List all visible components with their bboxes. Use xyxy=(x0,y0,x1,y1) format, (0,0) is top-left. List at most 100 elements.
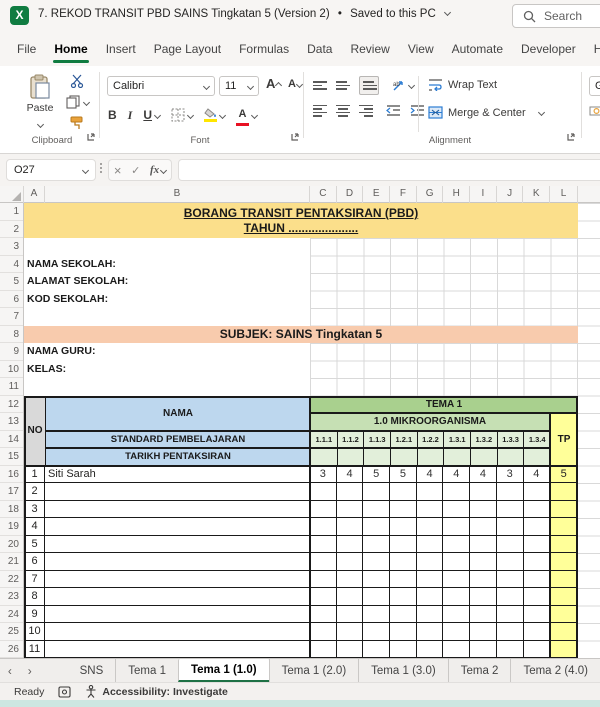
row-header-6[interactable]: 6 xyxy=(0,291,23,309)
row-header-1[interactable]: 1 xyxy=(0,203,23,221)
cell-C19[interactable] xyxy=(310,518,337,536)
cell-I21[interactable] xyxy=(470,553,497,571)
cell-F18[interactable] xyxy=(390,501,417,519)
cell-B26[interactable] xyxy=(45,641,310,659)
cell-L19[interactable] xyxy=(550,518,578,536)
ribbon-tab-page-layout[interactable]: Page Layout xyxy=(145,32,230,66)
cell-J16[interactable]: 3 xyxy=(497,466,524,484)
cell-B22[interactable] xyxy=(45,571,310,589)
saved-status[interactable]: Saved to this PC xyxy=(350,8,436,20)
cell-A24[interactable]: 9 xyxy=(24,606,45,624)
cell-H21[interactable] xyxy=(443,553,470,571)
cell-I17[interactable] xyxy=(470,483,497,501)
cell-B18[interactable] xyxy=(45,501,310,519)
cell-K26[interactable] xyxy=(524,641,551,659)
macro-record-icon[interactable] xyxy=(58,686,71,698)
copy-button[interactable] xyxy=(66,95,89,109)
cell-tarikh-2[interactable] xyxy=(363,448,391,466)
row-header-11[interactable]: 11 xyxy=(0,378,23,396)
cell-H19[interactable] xyxy=(443,518,470,536)
cell-H20[interactable] xyxy=(443,536,470,554)
cell-L23[interactable] xyxy=(550,588,578,606)
row-header-8[interactable]: 8 xyxy=(0,326,23,344)
col-header-G[interactable]: G xyxy=(417,186,444,203)
cell-J20[interactable] xyxy=(497,536,524,554)
cell-J17[interactable] xyxy=(497,483,524,501)
cell-G23[interactable] xyxy=(417,588,444,606)
cell-C21[interactable] xyxy=(310,553,337,571)
header-cell-std-1.2.2[interactable]: 1.2.2 xyxy=(417,431,445,449)
cell-E23[interactable] xyxy=(363,588,390,606)
cell-B24[interactable] xyxy=(45,606,310,624)
header-cell-standard[interactable]: STANDARD PEMBELAJARAN xyxy=(45,431,311,449)
cell-D18[interactable] xyxy=(337,501,364,519)
ribbon-tab-view[interactable]: View xyxy=(399,32,443,66)
row-header-24[interactable]: 24 xyxy=(0,606,23,624)
row-header-3[interactable]: 3 xyxy=(0,238,23,256)
row-header-26[interactable]: 26 xyxy=(0,641,23,659)
cell-E26[interactable] xyxy=(363,641,390,659)
sheet-nav-left-icon[interactable]: ‹ xyxy=(0,659,20,682)
cell-C18[interactable] xyxy=(310,501,337,519)
cell-D26[interactable] xyxy=(337,641,364,659)
accessibility-status[interactable]: Accessibility: Investigate xyxy=(85,685,227,698)
cell-E16[interactable]: 5 xyxy=(363,466,390,484)
col-header-A[interactable]: A xyxy=(24,186,45,203)
cell-E25[interactable] xyxy=(363,623,390,641)
cell-G25[interactable] xyxy=(417,623,444,641)
header-cell-std-1.1.2[interactable]: 1.1.2 xyxy=(337,431,365,449)
cell-H25[interactable] xyxy=(443,623,470,641)
cell-H24[interactable] xyxy=(443,606,470,624)
cell-L16[interactable]: 5 xyxy=(550,466,578,484)
merge-center-button[interactable]: Merge & Center xyxy=(428,106,544,119)
cell-K16[interactable]: 4 xyxy=(524,466,551,484)
align-center-icon[interactable] xyxy=(336,105,350,117)
cell-G18[interactable] xyxy=(417,501,444,519)
col-header-J[interactable]: J xyxy=(497,186,524,203)
cell-E18[interactable] xyxy=(363,501,390,519)
cell-A21[interactable]: 6 xyxy=(24,553,45,571)
cell-I25[interactable] xyxy=(470,623,497,641)
italic-button[interactable]: I xyxy=(128,108,133,123)
cell-J21[interactable] xyxy=(497,553,524,571)
cell-K23[interactable] xyxy=(524,588,551,606)
font-family-select[interactable]: Calibri xyxy=(107,76,215,96)
fill-color-button[interactable] xyxy=(204,108,225,122)
cell-I22[interactable] xyxy=(470,571,497,589)
cell-F22[interactable] xyxy=(390,571,417,589)
cell-tarikh-8[interactable] xyxy=(523,448,551,466)
cell-B25[interactable] xyxy=(45,623,310,641)
cell-G21[interactable] xyxy=(417,553,444,571)
cell-F25[interactable] xyxy=(390,623,417,641)
decrease-font-button[interactable]: A xyxy=(288,78,302,90)
cell-D17[interactable] xyxy=(337,483,364,501)
cell-D24[interactable] xyxy=(337,606,364,624)
row-header-22[interactable]: 22 xyxy=(0,571,23,589)
row-header-25[interactable]: 25 xyxy=(0,623,23,641)
cell-A22[interactable]: 7 xyxy=(24,571,45,589)
ribbon-tab-data[interactable]: Data xyxy=(298,32,341,66)
cell-G26[interactable] xyxy=(417,641,444,659)
cell-A23[interactable]: 8 xyxy=(24,588,45,606)
cell-A19[interactable]: 4 xyxy=(24,518,45,536)
cell-E17[interactable] xyxy=(363,483,390,501)
cell-L20[interactable] xyxy=(550,536,578,554)
header-cell-std-1.1.1[interactable]: 1.1.1 xyxy=(310,431,338,449)
cell-H22[interactable] xyxy=(443,571,470,589)
cell-K21[interactable] xyxy=(524,553,551,571)
cell-A5-school-address-label[interactable]: ALAMAT SEKOLAH: xyxy=(27,273,307,291)
row-header-10[interactable]: 10 xyxy=(0,361,23,379)
cell-H18[interactable] xyxy=(443,501,470,519)
row-header-9[interactable]: 9 xyxy=(0,343,23,361)
col-header-H[interactable]: H xyxy=(443,186,470,203)
header-cell-topic[interactable]: 1.0 MIKROORGANISMA xyxy=(310,413,550,431)
cell-D21[interactable] xyxy=(337,553,364,571)
row-header-20[interactable]: 20 xyxy=(0,536,23,554)
cut-icon[interactable] xyxy=(70,74,85,88)
cell-L24[interactable] xyxy=(550,606,578,624)
font-dialog-launcher-icon[interactable] xyxy=(290,132,300,142)
select-all-corner[interactable] xyxy=(0,186,24,203)
wrap-text-button[interactable]: Wrap Text xyxy=(428,78,497,91)
sheet-tab-tema-1--3-0-[interactable]: Tema 1 (3.0) xyxy=(358,659,448,682)
row-header-2[interactable]: 2 xyxy=(0,221,23,239)
